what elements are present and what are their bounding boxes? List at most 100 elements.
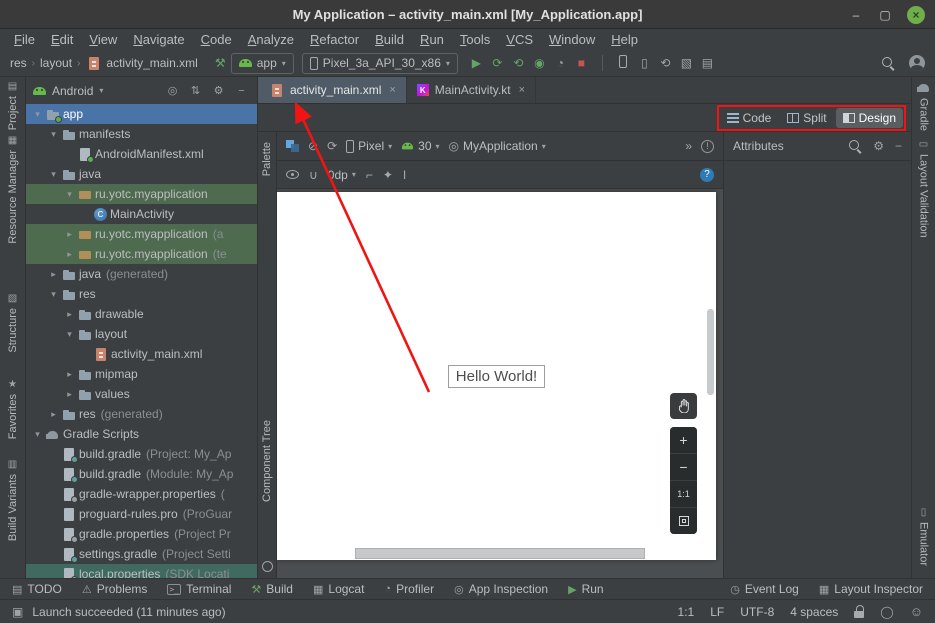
stripe-item-build-variants[interactable]: ▥ Build Variants [0, 459, 25, 541]
tool-button-layout-inspector[interactable]: ▦ Layout Inspector [819, 582, 923, 596]
tree-row-gradle-scripts[interactable]: ▾ Gradle Scripts [26, 424, 257, 444]
zoom-to-fit-button[interactable] [670, 508, 697, 534]
menu-file[interactable]: File [6, 30, 43, 49]
background-tasks-icon[interactable]: ◯ [880, 605, 893, 619]
tree-row-drawable[interactable]: ▸ drawable [26, 304, 257, 324]
tool-button-profiler[interactable]: ◔ Profiler [384, 582, 434, 596]
zoom-actual-size-button[interactable]: 1:1 [670, 481, 697, 507]
tree-row-activity-main-xml[interactable]: activity_main.xml [26, 344, 257, 364]
breadcrumb-file[interactable]: activity_main.xml [106, 56, 197, 70]
tree-row-mainactivity[interactable]: C MainActivity [26, 204, 257, 224]
pan-tool-button[interactable] [670, 393, 697, 419]
stripe-item-gradle[interactable]: Gradle [912, 81, 935, 131]
component-tree-tab[interactable]: Component Tree [261, 420, 273, 502]
close-icon[interactable]: × [519, 84, 525, 96]
project-view-mode[interactable]: Android [52, 84, 93, 98]
tree-row-android-manifest[interactable]: AndroidManifest.xml [26, 144, 257, 164]
apply-changes-icon[interactable]: ⟳ [487, 56, 508, 70]
tree-row-res-generated[interactable]: ▸ res (generated) [26, 404, 257, 424]
tool-button-logcat[interactable]: ▦ Logcat [313, 582, 364, 596]
tree-row-build-gradle-module[interactable]: build.gradle (Module: My_Ap [26, 464, 257, 484]
chevron-right-icon[interactable]: ▸ [63, 249, 76, 260]
horizontal-scrollbar[interactable] [355, 548, 645, 559]
issue-indicator-icon[interactable]: ! [701, 140, 714, 153]
profile-avatar-icon[interactable] [909, 55, 925, 71]
overflow-chevrons-icon[interactable]: » [685, 139, 692, 153]
tree-row-res[interactable]: ▾ res [26, 284, 257, 304]
tree-row-package-main[interactable]: ▾ ru.yotc.myapplication [26, 184, 257, 204]
menu-tools[interactable]: Tools [452, 30, 498, 49]
chevron-down-icon[interactable]: ▾ [63, 329, 76, 340]
stop-button[interactable]: ■ [571, 56, 592, 70]
menu-refactor[interactable]: Refactor [302, 30, 367, 49]
tree-row-local-properties[interactable]: local.properties (SDK Locati [26, 564, 257, 578]
search-icon[interactable] [848, 139, 862, 153]
tree-row-java-generated[interactable]: ▸ java (generated) [26, 264, 257, 284]
stripe-item-structure[interactable]: ▧ Structure [0, 293, 25, 353]
chevron-down-icon[interactable]: ▾ [47, 169, 60, 180]
tree-row-gradle-properties[interactable]: gradle.properties (Project Pr [26, 524, 257, 544]
tool-button-event-log[interactable]: ◷ Event Log [730, 582, 799, 596]
tree-row-mipmap[interactable]: ▸ mipmap [26, 364, 257, 384]
hello-world-textview[interactable]: Hello World! [448, 365, 545, 388]
chevron-down-icon[interactable]: ▾ [47, 289, 60, 300]
device-manager-icon[interactable] [613, 55, 634, 71]
restore-button[interactable]: ▢ [878, 8, 892, 22]
zoom-out-button[interactable]: − [670, 454, 697, 480]
expand-collapse-icon[interactable]: ⇅ [187, 84, 204, 97]
stripe-item-layout-validation[interactable]: ▭ Layout Validation [912, 139, 935, 238]
tool-button-todo[interactable]: ▤ TODO [12, 582, 62, 596]
device-dropdown[interactable]: Pixel ▾ [346, 139, 392, 153]
menu-navigate[interactable]: Navigate [125, 30, 192, 49]
close-button[interactable]: × [907, 6, 925, 24]
chevron-down-icon[interactable]: ▾ [31, 429, 44, 440]
zoom-in-button[interactable]: + [670, 427, 697, 453]
gradle-sync-icon[interactable]: ⟲ [655, 56, 676, 70]
menu-build[interactable]: Build [367, 30, 412, 49]
tree-row-values[interactable]: ▸ values [26, 384, 257, 404]
chevron-right-icon[interactable]: ▸ [47, 269, 60, 280]
debug-icon[interactable]: ◉ [529, 56, 550, 70]
tab-mainactivity-kt[interactable]: K MainActivity.kt × [407, 77, 536, 103]
avd-manager-icon[interactable]: ▯ [634, 56, 655, 70]
build-hammer-icon[interactable]: ⚒ [210, 56, 231, 70]
menu-window[interactable]: Window [541, 30, 603, 49]
mode-code-button[interactable]: Code [720, 108, 779, 128]
tree-row-proguard-rules[interactable]: proguard-rules.pro (ProGuar [26, 504, 257, 524]
line-separator[interactable]: LF [710, 605, 724, 619]
tree-row-build-gradle-project[interactable]: build.gradle (Project: My_Ap [26, 444, 257, 464]
mode-design-button[interactable]: Design [836, 108, 903, 128]
design-surface-icon[interactable] [286, 140, 299, 152]
sdk-manager-icon[interactable]: ▧ [676, 56, 697, 70]
breadcrumb-layout[interactable]: layout [40, 56, 72, 70]
minimize-button[interactable]: – [849, 8, 863, 22]
palette-tab[interactable]: Palette [261, 142, 273, 176]
tool-button-app-inspection[interactable]: ◎ App Inspection [454, 582, 548, 596]
tree-row-java[interactable]: ▾ java [26, 164, 257, 184]
stripe-item-emulator[interactable]: ▯ Emulator [912, 507, 935, 566]
tree-row-package-test[interactable]: ▸ ru.yotc.myapplication (te [26, 244, 257, 264]
close-icon[interactable]: × [389, 84, 395, 96]
search-icon[interactable] [881, 56, 895, 70]
stripe-item-favorites[interactable]: ★ Favorites [0, 379, 25, 439]
menu-analyze[interactable]: Analyze [240, 30, 302, 49]
caret-position[interactable]: 1:1 [678, 605, 695, 619]
api-level-dropdown[interactable]: 30 ▾ [401, 139, 439, 153]
tool-button-problems[interactable]: ⚠ Problems [82, 582, 148, 596]
menu-view[interactable]: View [81, 30, 125, 49]
feedback-smiley-icon[interactable]: ☺ [910, 604, 923, 619]
tree-row-manifests[interactable]: ▾ manifests [26, 124, 257, 144]
menu-run[interactable]: Run [412, 30, 452, 49]
vertical-scrollbar[interactable] [707, 309, 714, 395]
orientation-icon[interactable]: ⟳ [327, 139, 337, 153]
stripe-item-project[interactable]: ▤ Project [0, 81, 25, 130]
guidelines-icon[interactable]: ⌐ [366, 168, 373, 182]
tree-row-settings-gradle[interactable]: settings.gradle (Project Setti [26, 544, 257, 564]
breadcrumb-res[interactable]: res [10, 56, 27, 70]
text-cursor-icon[interactable]: I [403, 168, 406, 182]
help-icon[interactable]: ? [700, 168, 714, 182]
chevron-right-icon[interactable]: ▸ [63, 229, 76, 240]
blueprint-icon[interactable]: ⊘ [308, 139, 318, 153]
mode-split-button[interactable]: Split [780, 108, 833, 128]
apply-code-changes-icon[interactable]: ⟲ [508, 56, 529, 70]
